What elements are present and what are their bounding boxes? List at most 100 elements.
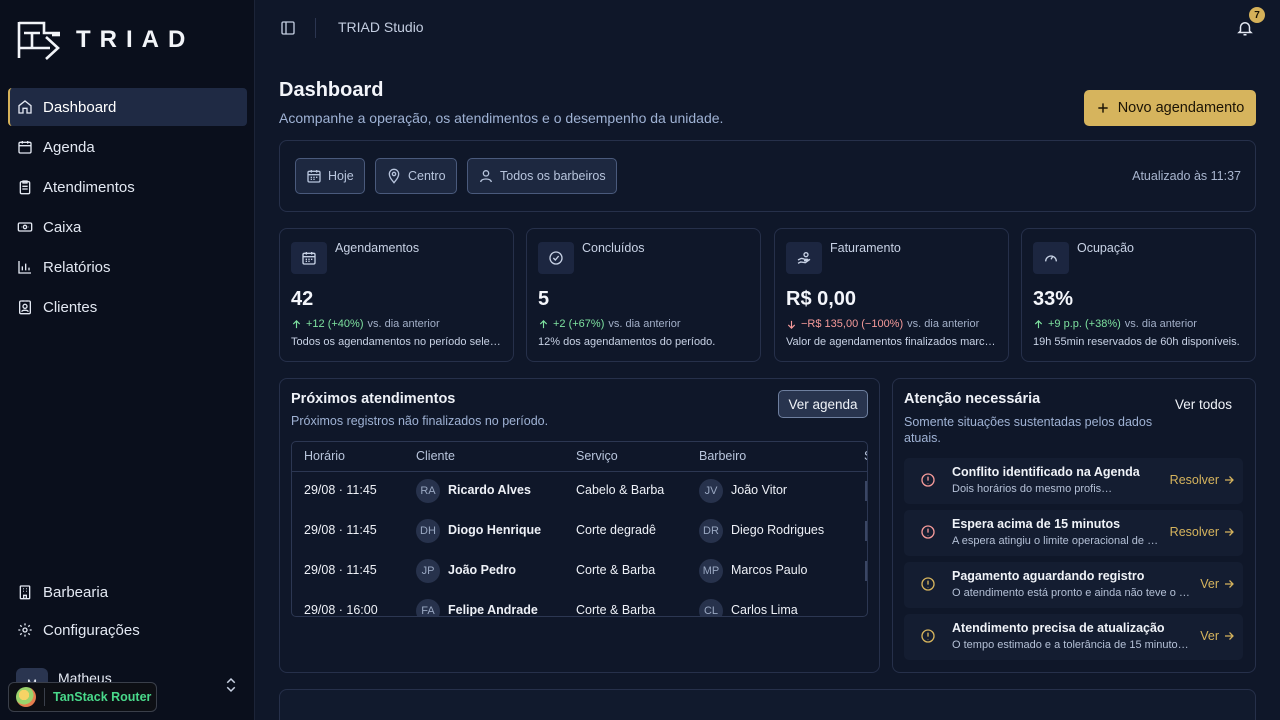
period-filter[interactable]: Hoje: [295, 158, 365, 194]
bar-chart-icon: [18, 261, 31, 274]
client-name: Diogo Henrique: [448, 523, 542, 537]
table-row[interactable]: 29/08 · 16:00 FA Felipe Andrade Corte & …: [292, 591, 867, 617]
alert-description: O atendimento está pronto e ainda não te…: [952, 587, 1190, 599]
table-row[interactable]: 29/08 · 11:45 DH Diogo Henrique Corte de…: [292, 511, 867, 551]
alert-action-label: Ver: [1200, 577, 1219, 591]
kpi-note: 19h 55min reservados de 60h disponíveis.: [1033, 336, 1240, 348]
unit-filter-label: Centro: [408, 169, 446, 183]
new-appointment-label: Novo agendamento: [1117, 100, 1245, 116]
service-name: Corte & Barba: [576, 603, 656, 617]
barber-filter[interactable]: Todos os barbeiros: [467, 158, 617, 194]
kpi-note: Valor de agendamentos finalizados marcad…: [786, 336, 998, 348]
calendar-icon: [307, 170, 321, 183]
arrow-up-icon: [292, 319, 301, 328]
alert-item[interactable]: Pagamento aguardando registro O atendime…: [904, 562, 1243, 608]
arrow-down-icon: [787, 320, 796, 329]
page-subtitle: Acompanhe a operação, os atendimentos e …: [279, 110, 724, 126]
column-header-status: S: [864, 449, 867, 463]
sidebar-item-caixa[interactable]: Caixa: [8, 208, 247, 246]
sidebar-item-label: Atendimentos: [43, 178, 135, 196]
appointment-time: 29/08 · 11:45: [304, 563, 377, 577]
barber-name: Diego Rodrigues: [731, 523, 825, 537]
calendar-icon: [18, 141, 32, 154]
view-agenda-button[interactable]: Ver agenda: [778, 390, 868, 418]
view-button[interactable]: Ver: [1200, 577, 1235, 591]
service-name: Corte & Barba: [576, 563, 656, 577]
arrow-right-icon: [1225, 632, 1234, 640]
new-appointment-button[interactable]: Novo agendamento: [1084, 90, 1256, 126]
sidebar-toggle-icon[interactable]: [280, 20, 296, 36]
view-button[interactable]: Ver: [1200, 629, 1235, 643]
sidebar-item-label: Configurações: [43, 621, 140, 639]
client-avatar: RA: [416, 479, 440, 503]
main-nav: Dashboard Agenda Atendimentos Caixa Rela…: [8, 88, 247, 328]
tanstack-router-devtools-button[interactable]: TanStack Router: [8, 682, 157, 712]
devtools-label: TanStack Router: [53, 690, 152, 704]
alert-item[interactable]: Atendimento precisa de atualização O tem…: [904, 614, 1243, 660]
sidebar-item-atendimentos[interactable]: Atendimentos: [8, 168, 247, 206]
table-row[interactable]: 29/08 · 11:45 RA Ricardo Alves Cabelo & …: [292, 471, 867, 511]
alert-title: Pagamento aguardando registro: [952, 569, 1145, 583]
page-title: Dashboard: [279, 79, 384, 101]
alert-action-label: Ver: [1200, 629, 1219, 643]
kpi-card-faturamento: Faturamento R$ 0,00 −R$ 135,00 (−100%) v…: [774, 228, 1009, 362]
brand-logo[interactable]: TRIAD: [16, 19, 194, 61]
appointment-time: 29/08 · 16:00: [304, 603, 378, 617]
sidebar-item-configuracoes[interactable]: Configurações: [8, 612, 247, 648]
filter-bar: Hoje Centro Todos os barbeiros Atualizad…: [279, 140, 1256, 212]
attention-panel: Atenção necessária Somente situações sus…: [892, 378, 1256, 673]
period-filter-label: Hoje: [328, 169, 354, 183]
chevrons-up-down-icon[interactable]: [222, 676, 240, 694]
kpi-value: R$ 0,00: [786, 288, 857, 310]
alert-description: A espera atingiu o limite operacional de…: [952, 535, 1160, 547]
kpi-delta: +2 (+67%) vs. dia anterior: [538, 318, 681, 330]
column-header-client: Cliente: [416, 449, 455, 463]
unit-filter[interactable]: Centro: [375, 158, 457, 194]
table-row[interactable]: 29/08 · 11:45 JP João Pedro Corte & Barb…: [292, 551, 867, 591]
alert-circle-icon: [921, 577, 935, 591]
barber-name: João Vitor: [731, 483, 788, 497]
kpi-value: 5: [538, 288, 550, 310]
sidebar: TRIAD Dashboard Agenda Atendimentos Caix…: [0, 0, 255, 720]
client-avatar: DH: [416, 519, 440, 543]
sidebar-item-relatorios[interactable]: Relatórios: [8, 248, 247, 286]
barber-name: Carlos Lima: [731, 603, 798, 617]
triad-logo-icon: [17, 21, 60, 60]
kpi-delta-value: +2 (+67%): [553, 318, 605, 330]
kpi-delta-comparison: vs. dia anterior: [367, 318, 440, 330]
status-cell-edge: [865, 481, 867, 501]
sidebar-item-agenda[interactable]: Agenda: [8, 128, 247, 166]
kpi-value: 33%: [1033, 288, 1074, 310]
sidebar-item-barbearia[interactable]: Barbearia: [8, 574, 247, 610]
alert-item[interactable]: Espera acima de 15 minutos A espera atin…: [904, 510, 1243, 556]
barber-avatar: MP: [699, 559, 723, 583]
kpi-icon: [1033, 242, 1069, 274]
resolve-button[interactable]: Resolver: [1170, 525, 1235, 539]
section-subtitle: Somente situações sustentadas pelos dado…: [904, 415, 1153, 445]
alert-circle-icon: [921, 473, 935, 487]
alert-action-label: Resolver: [1169, 525, 1219, 539]
table-header: Horário Cliente Serviço Barbeiro S: [292, 442, 867, 472]
hand-coins-icon: [797, 252, 811, 264]
divider: [315, 18, 316, 38]
alert-title: Atendimento precisa de atualização: [952, 621, 1165, 635]
kpi-icon: [786, 242, 822, 274]
kpi-delta-value: −R$ 135,00 (−100%): [801, 318, 904, 330]
tanstack-logo-icon: [16, 687, 36, 707]
arrow-right-icon: [1225, 528, 1234, 536]
alert-item[interactable]: Conflito identificado na Agenda Dois hor…: [904, 458, 1243, 504]
barber-avatar: DR: [699, 519, 723, 543]
arrow-right-icon: [1225, 476, 1234, 484]
kpi-label: Ocupação: [1077, 241, 1134, 255]
sidebar-item-clientes[interactable]: Clientes: [8, 288, 247, 326]
section-subtitle: Próximos registros não finalizados no pe…: [291, 414, 549, 428]
bell-icon[interactable]: [1236, 19, 1254, 37]
clipboard-icon: [19, 180, 31, 195]
resolve-button[interactable]: Resolver: [1170, 473, 1235, 487]
view-all-link[interactable]: Ver todos: [1175, 397, 1232, 412]
alert-circle-icon: [921, 525, 935, 539]
sidebar-item-dashboard[interactable]: Dashboard: [8, 88, 247, 126]
barber-name: Marcos Paulo: [731, 563, 808, 577]
kpi-value: 42: [291, 288, 314, 310]
appointments-table[interactable]: Horário Cliente Serviço Barbeiro S 29/08…: [291, 441, 868, 617]
